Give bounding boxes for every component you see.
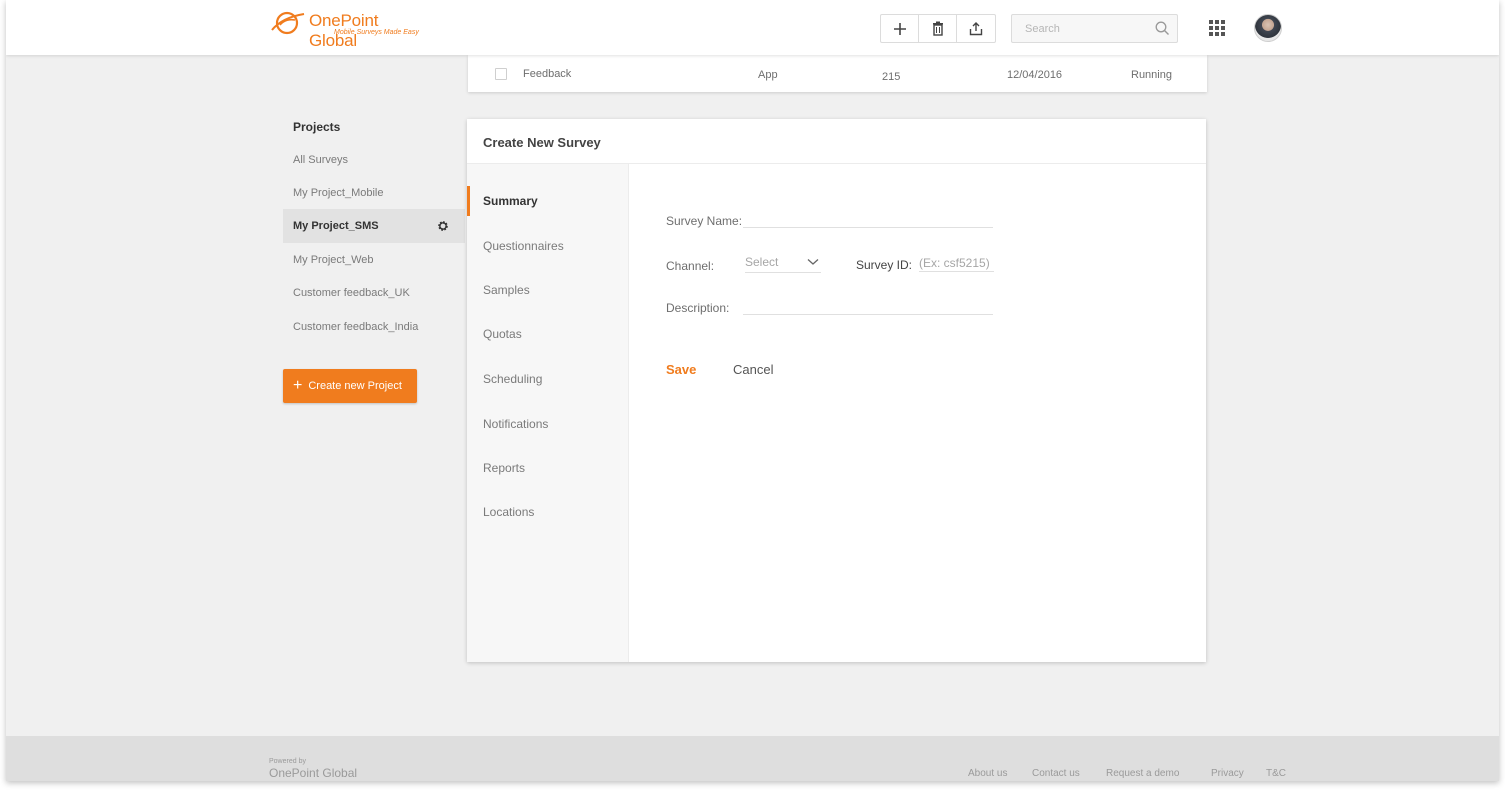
trash-icon (932, 21, 943, 36)
description-label: Description: (666, 301, 730, 315)
description-field[interactable] (743, 298, 993, 315)
step-notifications[interactable]: Notifications (467, 409, 629, 439)
sidebar-item-feedback-uk[interactable]: Customer feedback_UK (283, 276, 465, 310)
sidebar-item-feedback-india[interactable]: Customer feedback_India (283, 310, 465, 344)
survey-name-label: Survey Name: (666, 214, 743, 228)
sidebar-item-all-surveys[interactable]: All Surveys (283, 143, 465, 177)
search-icon[interactable] (1155, 21, 1170, 36)
search-box (1011, 14, 1178, 43)
add-button[interactable] (881, 15, 919, 42)
channel-select[interactable]: Select (745, 255, 821, 273)
create-survey-panel: Create New Survey Summary Questionnaires… (467, 119, 1206, 662)
logo-swirl-icon (271, 11, 305, 35)
plus-icon (893, 22, 906, 35)
row-survey-type: App (758, 69, 778, 81)
sidebar-item-label: Customer feedback_India (293, 321, 419, 333)
survey-id-label: Survey ID: (856, 258, 913, 272)
footer-brand: OnePoint Global (269, 766, 358, 780)
row-survey-name: Feedback (523, 68, 572, 80)
step-locations[interactable]: Locations (467, 497, 629, 527)
row-survey-status: Running (1131, 69, 1172, 81)
app-frame: OnePoint Global Mobile Surveys Made Easy (6, 0, 1499, 781)
projects-heading: Projects (293, 120, 341, 134)
top-bar: OnePoint Global Mobile Surveys Made Easy (6, 0, 1499, 55)
upload-icon (969, 21, 983, 35)
user-avatar[interactable] (1254, 14, 1282, 42)
step-reports[interactable]: Reports (467, 453, 629, 483)
powered-by-text: Powered by (269, 758, 306, 765)
footer-link-contact[interactable]: Contact us (1032, 768, 1080, 779)
gear-icon[interactable] (437, 220, 449, 232)
footer-link-request-demo[interactable]: Request a demo (1106, 768, 1179, 779)
chevron-down-icon (807, 259, 819, 265)
panel-title: Create New Survey (483, 135, 601, 150)
search-input[interactable] (1012, 15, 1152, 42)
brand-logo[interactable]: OnePoint Global Mobile Surveys Made Easy (270, 8, 430, 50)
survey-name-field[interactable] (743, 211, 993, 228)
table-row[interactable]: Feedback App 215 12/04/2016 Running (468, 55, 1207, 92)
footer-link-about[interactable]: About us (968, 768, 1007, 779)
step-scheduling[interactable]: Scheduling (467, 364, 629, 394)
step-summary[interactable]: Summary (467, 186, 629, 216)
sidebar-item-project-sms[interactable]: My Project_SMS (283, 209, 465, 243)
export-button[interactable] (957, 15, 995, 42)
sidebar-item-label: My Project_Web (293, 254, 374, 266)
step-quotas[interactable]: Quotas (467, 319, 629, 349)
sidebar-item-label: Customer feedback_UK (293, 287, 410, 299)
survey-id-field[interactable] (919, 255, 994, 272)
save-button[interactable]: Save (666, 362, 696, 377)
brand-tagline: Mobile Surveys Made Easy (334, 29, 419, 36)
step-questionnaires[interactable]: Questionnaires (467, 231, 629, 261)
row-survey-date: 12/04/2016 (1007, 69, 1063, 81)
sidebar-item-project-mobile[interactable]: My Project_Mobile (283, 176, 465, 210)
cancel-button[interactable]: Cancel (733, 362, 773, 377)
step-samples[interactable]: Samples (467, 275, 629, 305)
footer-link-privacy[interactable]: Privacy (1211, 768, 1244, 779)
plus-icon: + (293, 377, 303, 394)
footer-link-terms[interactable]: T&C (1266, 768, 1286, 779)
survey-steps-nav: Summary Questionnaires Samples Quotas Sc… (467, 164, 629, 662)
delete-button[interactable] (919, 15, 957, 42)
sidebar-item-project-web[interactable]: My Project_Web (283, 243, 465, 277)
create-project-label: Create new Project (308, 380, 402, 392)
channel-selected-value: Select (745, 255, 779, 269)
toolbar-actions (880, 14, 996, 43)
sidebar-item-label: My Project_SMS (293, 220, 379, 232)
grid-icon[interactable] (1209, 20, 1225, 36)
sidebar-item-label: My Project_Mobile (293, 187, 384, 199)
page-footer: Powered by OnePoint Global About us Cont… (6, 736, 1499, 781)
row-checkbox[interactable] (495, 68, 507, 80)
channel-label: Channel: (666, 259, 715, 273)
sidebar-item-label: All Surveys (293, 154, 349, 166)
create-project-button[interactable]: + Create new Project (283, 369, 417, 403)
row-survey-count: 215 (882, 71, 901, 83)
